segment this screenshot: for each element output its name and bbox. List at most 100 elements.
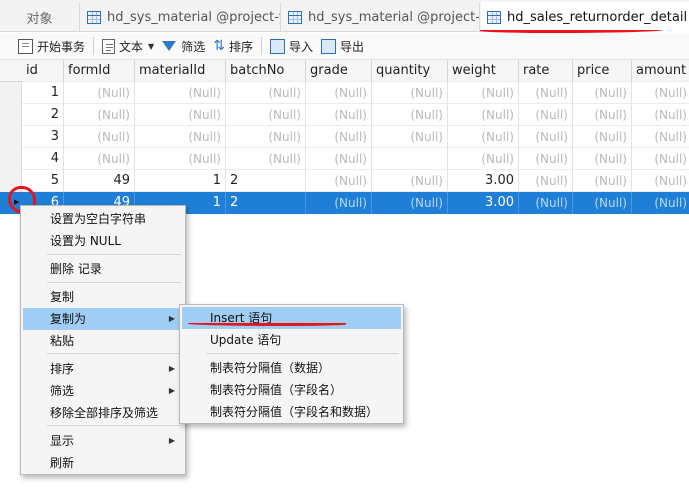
cell-id[interactable]: 2 bbox=[22, 104, 64, 126]
cell-id[interactable]: 1 bbox=[22, 82, 64, 104]
cell-id[interactable]: 4 bbox=[22, 148, 64, 170]
tab-hd-sys-material-1[interactable]: hd_sys_material @project-y... bbox=[81, 3, 281, 31]
cell-grade[interactable]: (Null) bbox=[306, 126, 372, 148]
cell-weight[interactable]: 3.00 bbox=[448, 192, 519, 214]
cell-batchno[interactable]: (Null) bbox=[226, 148, 306, 170]
cell-formid[interactable]: (Null) bbox=[64, 82, 135, 104]
cell-formid[interactable]: (Null) bbox=[64, 104, 135, 126]
menu-item[interactable]: 设置为空白字符串 bbox=[23, 208, 183, 230]
column-header-amount[interactable]: amount bbox=[632, 60, 689, 82]
cell-weight[interactable]: 3.00 bbox=[448, 170, 519, 192]
table-row[interactable]: 4 (Null) (Null) (Null) (Null) (Null) (Null) (Nu… bbox=[0, 148, 689, 170]
text-button[interactable]: 文本 ▼ bbox=[98, 35, 158, 57]
menu-separator bbox=[47, 282, 181, 283]
submenu-item[interactable]: 制表符分隔值（字段名） bbox=[182, 379, 401, 401]
cell-rate[interactable]: (Null) bbox=[519, 82, 573, 104]
table-icon bbox=[87, 10, 101, 24]
column-header-quantity[interactable]: quantity bbox=[372, 60, 448, 82]
cell-materialid[interactable]: (Null) bbox=[135, 82, 226, 104]
cell-formid[interactable]: 49 bbox=[64, 170, 135, 192]
cell-price[interactable]: (Null) bbox=[573, 148, 632, 170]
cell-quantity[interactable]: (Null) bbox=[372, 170, 448, 192]
cell-rate[interactable]: (Null) bbox=[519, 148, 573, 170]
column-header-id[interactable]: id bbox=[22, 60, 64, 82]
cell-price[interactable]: (Null) bbox=[573, 82, 632, 104]
cell-amount[interactable]: (Null) bbox=[632, 104, 689, 126]
cell-price[interactable]: (Null) bbox=[573, 192, 632, 214]
cell-quantity[interactable]: (Null) bbox=[372, 104, 448, 126]
cell-price[interactable]: (Null) bbox=[573, 104, 632, 126]
cell-materialid[interactable]: (Null) bbox=[135, 148, 226, 170]
cell-quantity[interactable]: (Null) bbox=[372, 126, 448, 148]
submenu-item[interactable]: Update 语句 bbox=[182, 329, 401, 351]
cell-amount[interactable]: (Null) bbox=[632, 82, 689, 104]
cell-id[interactable]: 3 bbox=[22, 126, 64, 148]
cell-rate[interactable]: (Null) bbox=[519, 170, 573, 192]
cell-amount[interactable]: (Null) bbox=[632, 170, 689, 192]
cell-materialid[interactable]: (Null) bbox=[135, 126, 226, 148]
filter-button[interactable]: 筛选 bbox=[158, 35, 209, 57]
column-header-formid[interactable]: formId bbox=[64, 60, 135, 82]
table-row[interactable]: 5 49 1 2 (Null) (Null) 3.00 (Null) (Null) (Null) bbox=[0, 170, 689, 192]
table-row[interactable]: 2 (Null) (Null) (Null) (Null) (Null) (Null) (Nu… bbox=[0, 104, 689, 126]
submenu-item-label: 制表符分隔值（数据） bbox=[210, 361, 331, 375]
cell-formid[interactable]: (Null) bbox=[64, 126, 135, 148]
cell-batchno[interactable]: (Null) bbox=[226, 126, 306, 148]
menu-item[interactable]: 删除 记录 bbox=[23, 258, 183, 280]
column-header-batchno[interactable]: batchNo bbox=[226, 60, 306, 82]
cell-grade[interactable]: (Null) bbox=[306, 170, 372, 192]
cell-batchno[interactable]: (Null) bbox=[226, 82, 306, 104]
menu-item[interactable]: 筛选 ▶ bbox=[23, 380, 183, 402]
cell-quantity[interactable] bbox=[372, 148, 448, 170]
cell-formid[interactable]: (Null) bbox=[64, 148, 135, 170]
column-header-materialid[interactable]: materialId bbox=[135, 60, 226, 82]
menu-item[interactable]: 刷新 bbox=[23, 452, 183, 474]
cell-price[interactable]: (Null) bbox=[573, 170, 632, 192]
menu-item[interactable]: 排序 ▶ bbox=[23, 358, 183, 380]
cell-batchno[interactable]: 2 bbox=[226, 192, 306, 214]
cell-weight[interactable]: (Null) bbox=[448, 104, 519, 126]
cell-grade[interactable]: (Null) bbox=[306, 82, 372, 104]
tab-hd-sys-material-2[interactable]: hd_sys_material @project-y... bbox=[282, 3, 480, 31]
column-header-grade[interactable]: grade bbox=[306, 60, 372, 82]
cell-weight[interactable]: (Null) bbox=[448, 82, 519, 104]
cell-grade[interactable]: (Null) bbox=[306, 192, 372, 214]
column-header-weight[interactable]: weight bbox=[448, 60, 519, 82]
cell-amount[interactable]: (Null) bbox=[632, 192, 689, 214]
cell-rate[interactable]: (Null) bbox=[519, 104, 573, 126]
table-row[interactable]: 1 (Null) (Null) (Null) (Null) (Null) (Null) (Nu… bbox=[0, 82, 689, 104]
submenu-item[interactable]: 制表符分隔值（数据） bbox=[182, 357, 401, 379]
cell-batchno[interactable]: 2 bbox=[226, 170, 306, 192]
menu-item[interactable]: 移除全部排序及筛选 bbox=[23, 402, 183, 424]
begin-transaction-button[interactable]: 开始事务 bbox=[14, 35, 89, 57]
cell-weight[interactable]: (Null) bbox=[448, 148, 519, 170]
cell-quantity[interactable]: (Null) bbox=[372, 192, 448, 214]
cell-amount[interactable]: (Null) bbox=[632, 126, 689, 148]
cell-rate[interactable]: (Null) bbox=[519, 192, 573, 214]
submenu-item[interactable]: 制表符分隔值（字段名和数据） bbox=[182, 401, 401, 423]
cell-grade[interactable]: (Null) bbox=[306, 148, 372, 170]
column-header-price[interactable]: price bbox=[573, 60, 632, 82]
column-header-rate[interactable]: rate bbox=[519, 60, 573, 82]
menu-item[interactable]: 复制 bbox=[23, 286, 183, 308]
export-button[interactable]: 导出 bbox=[317, 35, 368, 57]
import-button[interactable]: 导入 bbox=[266, 35, 317, 57]
table-row[interactable]: 3 (Null) (Null) (Null) (Null) (Null) (Null) (Nu… bbox=[0, 126, 689, 148]
menu-item-label: 复制 bbox=[50, 290, 75, 304]
menu-item[interactable]: 设置为 NULL bbox=[23, 230, 183, 252]
cell-rate[interactable]: (Null) bbox=[519, 126, 573, 148]
cell-quantity[interactable]: (Null) bbox=[372, 82, 448, 104]
menu-item[interactable]: 显示 ▶ bbox=[23, 430, 183, 452]
cell-price[interactable]: (Null) bbox=[573, 126, 632, 148]
cell-batchno[interactable]: (Null) bbox=[226, 104, 306, 126]
cell-grade[interactable]: (Null) bbox=[306, 104, 372, 126]
cell-amount[interactable]: (Null) bbox=[632, 148, 689, 170]
menu-item[interactable]: 复制为 ▶ bbox=[23, 308, 183, 330]
sort-button[interactable]: ⇅ 排序 bbox=[209, 35, 257, 57]
tab-objects[interactable]: 对象 bbox=[0, 3, 80, 31]
cell-weight[interactable]: (Null) bbox=[448, 126, 519, 148]
cell-materialid[interactable]: 1 bbox=[135, 170, 226, 192]
menu-item[interactable]: 粘贴 bbox=[23, 330, 183, 352]
cell-materialid[interactable]: (Null) bbox=[135, 104, 226, 126]
import-icon bbox=[269, 38, 285, 54]
